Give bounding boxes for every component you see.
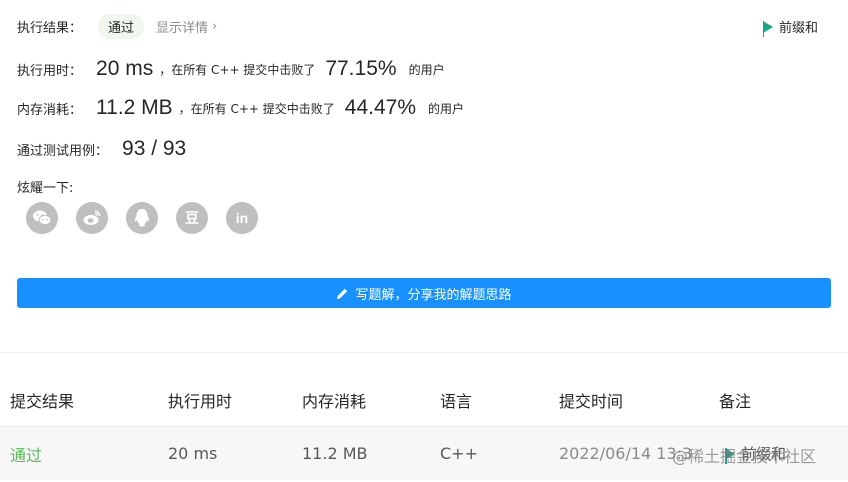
share-icons: 豆 in <box>26 202 258 234</box>
memory-label: 内存消耗： <box>17 102 83 118</box>
memory-mid-text: ，在所有 C++ 提交中击败了 <box>178 101 335 116</box>
show-details-link[interactable]: 显示详情 › <box>156 17 217 36</box>
weibo-icon[interactable] <box>76 202 108 234</box>
header-status: 提交结果 <box>10 392 75 411</box>
douban-icon[interactable]: 豆 <box>176 202 208 234</box>
runtime-percent: 77.15% <box>325 57 397 80</box>
runtime-row: 执行用时： 20 ms ，在所有 C++ 提交中击败了 77.15% 的用户 <box>17 55 445 83</box>
memory-suffix: 的用户 <box>428 101 465 116</box>
write-solution-button[interactable]: 写题解，分享我的解题思路 <box>17 278 831 308</box>
submissions-table-header: 提交结果 执行用时 内存消耗 语言 提交时间 备注 <box>0 375 848 425</box>
result-label: 执行结果： <box>17 20 83 36</box>
row-runtime: 20 ms <box>168 444 218 463</box>
row-language: C++ <box>440 444 478 463</box>
watermark: @稀土掘金技术社区 <box>672 447 817 466</box>
header-note: 备注 <box>719 392 752 411</box>
write-solution-label: 写题解，分享我的解题思路 <box>355 287 512 303</box>
row-memory: 11.2 MB <box>302 444 368 463</box>
tag-label: 前缀和 <box>778 21 818 36</box>
memory-percent: 44.47% <box>344 96 417 119</box>
header-language: 语言 <box>440 392 473 411</box>
row-status-link[interactable]: 通过 <box>10 442 42 466</box>
tests-row: 通过测试用例： 93 / 93 <box>17 135 186 163</box>
header-memory: 内存消耗 <box>302 392 367 411</box>
share-label: 炫耀一下: <box>17 180 74 196</box>
runtime-value: 20 ms <box>96 57 154 80</box>
memory-row: 内存消耗： 11.2 MB ，在所有 C++ 提交中击败了 44.47% 的用户 <box>17 94 464 122</box>
header-time: 提交时间 <box>559 392 624 411</box>
share-row: 炫耀一下: <box>17 176 73 196</box>
divider <box>0 352 848 353</box>
runtime-label: 执行用时： <box>17 63 83 79</box>
show-details-label: 显示详情 <box>156 20 209 36</box>
wechat-icon[interactable] <box>26 202 58 234</box>
flag-icon <box>762 20 773 37</box>
chevron-right-icon: › <box>212 18 218 34</box>
runtime-mid-text: ，在所有 C++ 提交中击败了 <box>159 62 316 77</box>
tests-value: 93 / 93 <box>122 137 187 160</box>
linkedin-icon[interactable]: in <box>226 202 258 234</box>
pencil-icon <box>337 288 348 299</box>
tag-link-prefix-sum[interactable]: 前缀和 <box>762 17 818 37</box>
tests-label: 通过测试用例： <box>17 143 109 159</box>
result-row: 执行结果： 通过 显示详情 › <box>17 13 217 39</box>
status-badge: 通过 <box>98 13 145 39</box>
header-runtime: 执行用时 <box>168 392 233 411</box>
runtime-suffix: 的用户 <box>408 62 445 77</box>
memory-value: 11.2 MB <box>96 96 173 119</box>
qq-icon[interactable] <box>126 202 158 234</box>
